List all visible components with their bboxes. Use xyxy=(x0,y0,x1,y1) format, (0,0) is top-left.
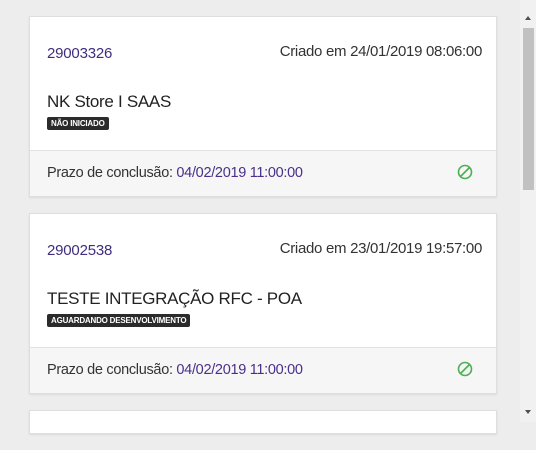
deadline-value: 04/02/2019 11:00:00 xyxy=(176,165,303,181)
deadline-value: 04/02/2019 11:00:00 xyxy=(176,362,303,378)
deadline-text: Prazo de conclusão: 04/02/2019 11:00:00 xyxy=(47,165,303,181)
status-badge: AGUARDANDO DESENVOLVIMENTO xyxy=(47,314,191,327)
deadline-text: Prazo de conclusão: 04/02/2019 11:00:00 xyxy=(47,362,303,378)
card-footer: Prazo de conclusão: 04/02/2019 11:00:00 xyxy=(30,347,496,393)
ticket-id-link[interactable]: 29002538 xyxy=(47,242,112,259)
ticket-card[interactable]: 29002538 Criado em 23/01/2019 19:57:00 T… xyxy=(29,213,497,394)
ticket-card-partial[interactable] xyxy=(29,410,497,434)
card-body: 29003326 Criado em 24/01/2019 08:06:00 N… xyxy=(30,17,496,150)
ticket-id-link[interactable]: 29003326 xyxy=(47,45,112,62)
card-body: 29002538 Criado em 23/01/2019 19:57:00 T… xyxy=(30,214,496,347)
deadline-label: Prazo de conclusão: xyxy=(47,165,173,181)
scrollbar-thumb[interactable] xyxy=(523,28,534,190)
scroll-down-arrow-icon[interactable] xyxy=(520,404,536,420)
card-footer: Prazo de conclusão: 04/02/2019 11:00:00 xyxy=(30,150,496,196)
created-date: Criado em 24/01/2019 08:06:00 xyxy=(279,43,483,60)
no-entry-icon xyxy=(457,361,473,377)
vertical-scrollbar[interactable] xyxy=(520,0,536,422)
created-date: Criado em 23/01/2019 19:57:00 xyxy=(279,240,483,257)
ticket-title: TESTE INTEGRAÇÃO RFC - POA xyxy=(47,289,302,308)
deadline-label: Prazo de conclusão: xyxy=(47,362,173,378)
ticket-card[interactable]: 29003326 Criado em 24/01/2019 08:06:00 N… xyxy=(29,16,497,197)
status-badge: NÃO INICIADO xyxy=(47,117,109,130)
ticket-title: NK Store I SAAS xyxy=(47,92,171,111)
card-list: 29003326 Criado em 24/01/2019 08:06:00 N… xyxy=(29,16,497,450)
no-entry-icon xyxy=(457,164,473,180)
scroll-up-arrow-icon[interactable] xyxy=(520,10,536,26)
